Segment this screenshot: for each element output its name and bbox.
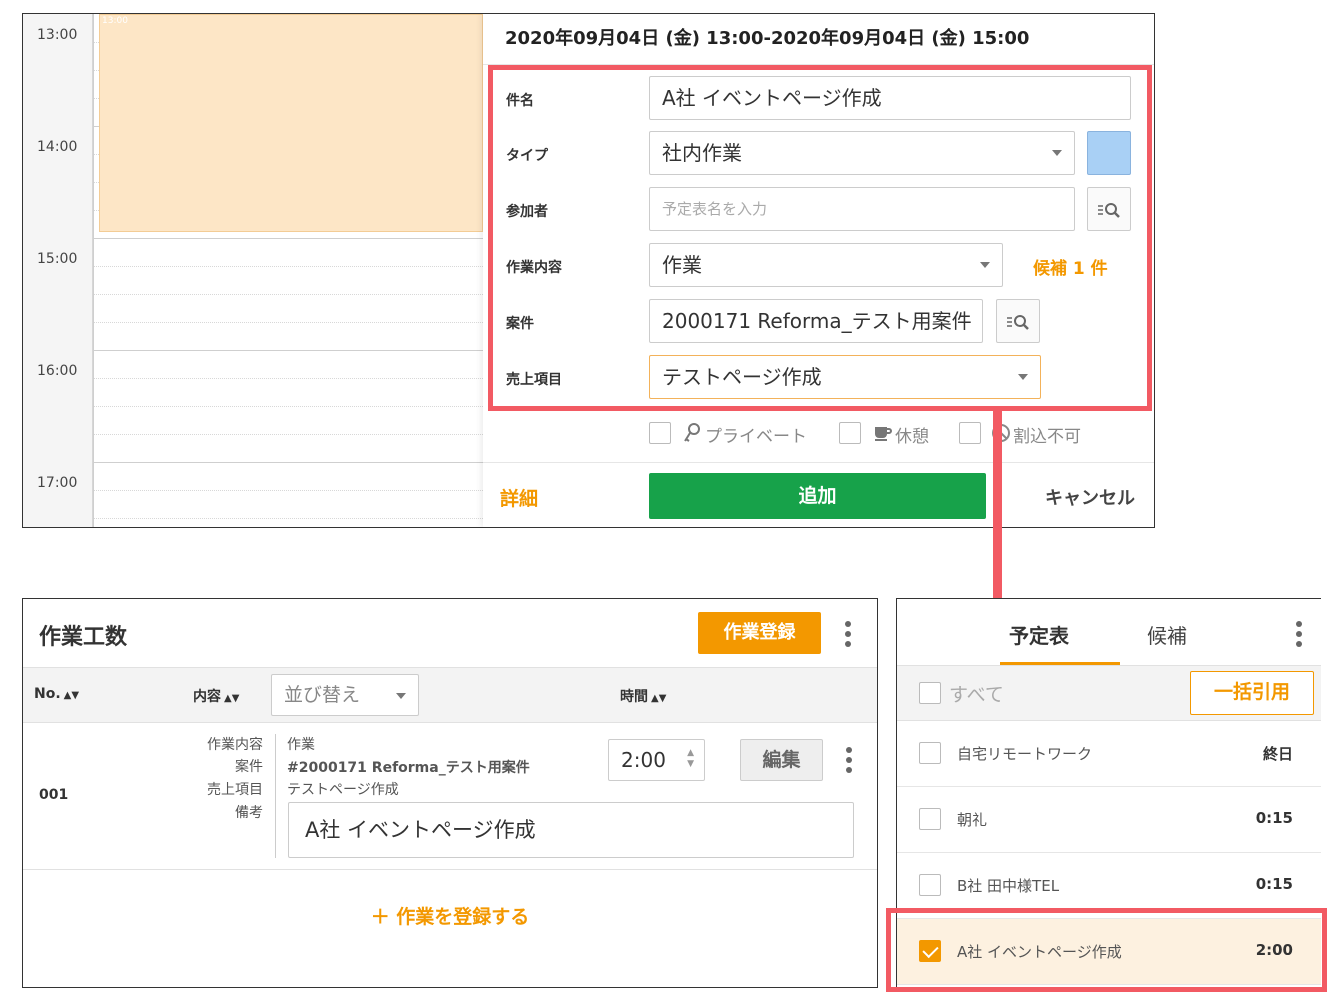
chevron-down-icon	[396, 693, 406, 699]
type-select[interactable]: 社内作業	[649, 131, 1075, 175]
chevron-down-icon	[1018, 374, 1028, 380]
name-field[interactable]: A社 イベントページ作成	[649, 76, 1131, 120]
row-number: 001	[39, 787, 69, 803]
time-stepper[interactable]: 2:00 ▲ ▼	[608, 739, 705, 781]
column-header-no[interactable]: No. ▲▼	[34, 686, 79, 702]
sort-icon: ▲▼	[224, 693, 240, 704]
tab-candidates[interactable]: 候補	[1147, 620, 1187, 649]
panel-title: 作業工数	[39, 625, 128, 650]
time-column: 13:00 14:00 15:00 16:00 17:00	[23, 14, 93, 527]
detail-link[interactable]: 詳細	[500, 484, 538, 511]
project-label: 案件	[506, 316, 534, 332]
key-icon	[684, 423, 700, 442]
column-header-time[interactable]: 時間 ▲▼	[620, 686, 666, 706]
sort-select-placeholder: 並び替え	[284, 684, 361, 706]
add-button[interactable]: 追加	[649, 473, 986, 519]
type-label: タイプ	[506, 148, 548, 164]
new-event-popover: 2020年09月04日 (金) 13:00-2020年09月04日 (金) 15…	[483, 14, 1154, 527]
row-label: 作業内容	[207, 737, 263, 753]
work-content-value: 作業	[662, 253, 702, 277]
sales-item-select[interactable]: テストページ作成	[649, 355, 1041, 399]
schedule-item[interactable]: 自宅リモートワーク 終日	[897, 721, 1321, 787]
more-vertical-icon[interactable]	[845, 621, 851, 647]
work-content-select[interactable]: 作業	[649, 243, 1003, 287]
column-header-content[interactable]: 内容 ▲▼	[193, 686, 239, 706]
project-field[interactable]: 2000171 Reforma_テスト用案件	[649, 299, 983, 343]
private-label: プライベート	[705, 427, 807, 447]
hour-label: 16:00	[37, 363, 78, 379]
memo-field[interactable]: A社 イベントページ作成	[288, 802, 854, 858]
no-interrupt-label: 割込不可	[1013, 427, 1081, 447]
schedule-item[interactable]: 朝礼 0:15	[897, 787, 1321, 853]
candidates-link[interactable]: 候補 1 件	[1033, 254, 1108, 279]
chevron-down-icon	[980, 262, 990, 268]
project-search-button[interactable]	[996, 299, 1040, 343]
add-work-link[interactable]: ＋ 作業を登録する	[23, 902, 877, 929]
select-all-label: すべて	[949, 684, 1004, 706]
schedule-item-title: 朝礼	[957, 811, 988, 829]
list-search-icon	[1007, 315, 1029, 330]
participants-label: 参加者	[506, 204, 548, 220]
schedule-item-checkbox[interactable]	[919, 874, 941, 896]
row-label: 売上項目	[207, 782, 263, 798]
stepper-arrows-icon[interactable]: ▲ ▼	[687, 748, 694, 770]
hour-label: 14:00	[37, 139, 78, 155]
work-hours-panel: 作業工数 作業登録 No. ▲▼ 内容 ▲▼ 並び替え 時間 ▲▼ 001 作業内容 …	[22, 598, 878, 988]
row-work-content: 作業	[287, 737, 315, 753]
schedule-item-time: 終日	[1262, 745, 1293, 763]
break-label: 休憩	[895, 427, 929, 447]
private-checkbox[interactable]	[649, 422, 671, 444]
row-project: #2000171 Reforma_テスト用案件	[287, 760, 530, 776]
sort-select[interactable]: 並び替え	[271, 674, 419, 716]
coffee-cup-icon	[875, 427, 892, 441]
participants-search-button[interactable]	[1087, 187, 1131, 231]
cancel-button[interactable]: キャンセル	[1045, 484, 1135, 510]
schedule-item-title: 自宅リモートワーク	[957, 745, 1093, 763]
break-checkbox[interactable]	[839, 422, 861, 444]
calendar-view: 13:00 14:00 15:00 16:00 17:00 13:00 2020…	[22, 13, 1155, 528]
edit-button[interactable]: 編集	[740, 739, 823, 781]
sales-item-value: テストページ作成	[662, 365, 822, 389]
select-all-checkbox[interactable]	[919, 682, 941, 704]
schedule-item-checkbox[interactable]	[919, 742, 941, 764]
schedule-item-time: 0:15	[1255, 809, 1293, 827]
name-label: 件名	[506, 93, 534, 109]
sales-item-label: 売上項目	[506, 372, 562, 388]
hour-label: 15:00	[37, 251, 78, 267]
row-label: 備考	[235, 805, 263, 821]
register-work-button[interactable]: 作業登録	[698, 612, 821, 654]
participants-input[interactable]: 予定表名を入力	[649, 187, 1075, 231]
bulk-quote-button[interactable]: 一括引用	[1190, 671, 1314, 715]
row-sales-item: テストページ作成	[287, 782, 399, 798]
time-value: 2:00	[621, 748, 666, 772]
more-vertical-icon[interactable]	[1296, 621, 1302, 647]
day-grid: 13:00 14:00 15:00 16:00 17:00 13:00	[23, 14, 483, 527]
sort-icon: ▲▼	[63, 690, 80, 701]
list-search-icon	[1098, 203, 1120, 218]
type-select-value: 社内作業	[662, 141, 742, 165]
highlight-frame	[886, 908, 1327, 992]
calendar-event-block[interactable]: 13:00	[99, 14, 483, 232]
schedule-item-title: B社 田中様TEL	[957, 877, 1060, 895]
chevron-down-icon	[1052, 150, 1062, 156]
popover-title: 2020年09月04日 (金) 13:00-2020年09月04日 (金) 15…	[505, 28, 1030, 49]
more-vertical-icon[interactable]	[846, 747, 852, 773]
work-content-label: 作業内容	[506, 260, 562, 276]
row-label: 案件	[235, 759, 263, 775]
schedule-item-checkbox[interactable]	[919, 808, 941, 830]
hour-label: 13:00	[37, 27, 78, 43]
no-interrupt-checkbox[interactable]	[959, 422, 981, 444]
table-header: No. ▲▼ 内容 ▲▼ 並び替え 時間 ▲▼	[23, 667, 877, 723]
day-column[interactable]: 13:00	[93, 14, 483, 527]
hour-label: 17:00	[37, 475, 78, 491]
sort-icon: ▲▼	[651, 693, 667, 704]
schedule-toolbar: すべて 一括引用	[897, 665, 1321, 721]
type-color-swatch[interactable]	[1087, 131, 1131, 175]
tab-schedule[interactable]: 予定表	[1009, 620, 1069, 649]
event-time-label: 13:00	[102, 16, 128, 26]
schedule-item-time: 0:15	[1255, 875, 1293, 893]
